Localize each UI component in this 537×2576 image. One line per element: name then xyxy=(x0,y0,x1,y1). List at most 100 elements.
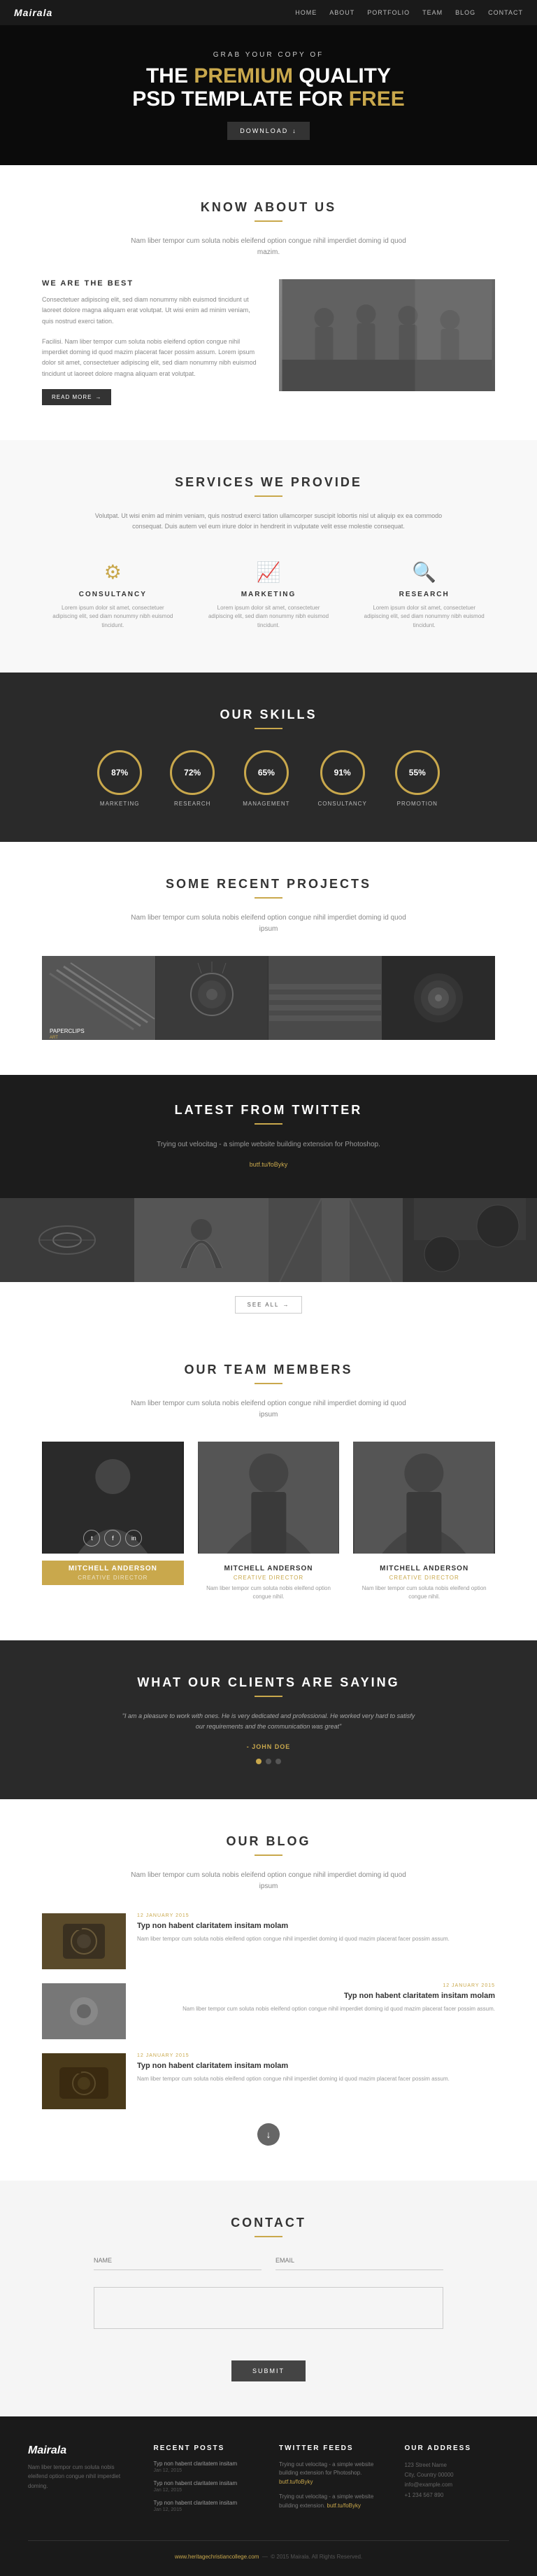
service-consultancy: ⚙ Consultancy Lorem ipsum dolor sit amet… xyxy=(42,554,184,638)
blog-date-2: 12 January 2015 xyxy=(137,2053,495,2058)
services-section: Services We Provide Volutpat. Ut wisi en… xyxy=(0,440,537,673)
testimonial-dot-1[interactable] xyxy=(266,1759,271,1764)
footer-col-posts: Recent Posts Typ non habent claritatem i… xyxy=(154,2444,259,2519)
testimonials-section: What Our Clients Are Saying "I am a plea… xyxy=(0,1640,537,1799)
project-item-3[interactable]: Bokeh xyxy=(382,956,495,1040)
blog-intro: Nam liber tempor cum soluta nobis eleife… xyxy=(129,1870,408,1892)
contact-row-1 xyxy=(94,2251,443,2270)
blog-post-0: 12 January 2015 Typ non habent claritate… xyxy=(42,1913,495,1969)
footer-post-date-1: Jan 12, 2015 xyxy=(154,2488,259,2493)
skill-circle-2: 65% xyxy=(244,750,289,795)
contact-submit-button[interactable]: Submit xyxy=(231,2360,306,2381)
team-name-bar-0: Mitchell Anderson Creative Director xyxy=(42,1561,184,1585)
facebook-icon-0[interactable]: f xyxy=(104,1530,121,1547)
service-name-0: Consultancy xyxy=(49,591,177,598)
team-divider xyxy=(255,1383,282,1384)
nav-home[interactable]: Home xyxy=(295,9,317,16)
meeting-illustration xyxy=(279,279,495,391)
service-text-2: Lorem ipsum dolor sit amet, consectetuer… xyxy=(360,604,488,631)
footer-tweet-link-1[interactable]: butf.tu/foByky xyxy=(327,2503,361,2509)
skills-title: Our Skills xyxy=(42,708,495,722)
about-inner: We Are The Best Consectetuer adipiscing … xyxy=(42,279,495,405)
nav-team[interactable]: Team xyxy=(422,9,443,16)
testimonial-dot-2[interactable] xyxy=(275,1759,281,1764)
footer-copyright: www.heritagechristiancollege.com — © 201… xyxy=(175,2554,362,2560)
project-item-6[interactable] xyxy=(268,1198,403,1282)
projects-section: Some Recent Projects Nam liber tempor cu… xyxy=(0,842,537,1075)
footer-post-title-1: Typ non habent claritatem insitam xyxy=(154,2480,259,2486)
blog-post-1: 12 January 2015 Typ non habent claritate… xyxy=(42,1983,495,2039)
blog-more-button[interactable]: ↓ xyxy=(257,2123,280,2146)
service-research: 🔍 Research Lorem ipsum dolor sit amet, c… xyxy=(353,554,495,638)
footer-post-date-0: Jan 12, 2015 xyxy=(154,2468,259,2473)
download-icon: ↓ xyxy=(292,127,297,134)
blog-post-2: 12 January 2015 Typ non habent claritate… xyxy=(42,2053,495,2109)
service-text-1: Lorem ipsum dolor sit amet, consectetuer… xyxy=(205,604,333,631)
arrow-right-icon: → xyxy=(95,394,101,400)
team-info-1: Mitchell Anderson Creative Director Nam … xyxy=(198,1561,340,1605)
footer-col-brand: Mairala Nam liber tempor cum soluta nobi… xyxy=(28,2444,133,2519)
skill-label-3: Consultancy xyxy=(318,801,367,807)
blog-post-title-2[interactable]: Typ non habent claritatem insitam molam xyxy=(137,2061,495,2071)
footer-tweet-1: Trying out velocitag - a simple website … xyxy=(279,2493,384,2511)
about-divider xyxy=(255,220,282,222)
twitter-tweet: Trying out velocitag - a simple website … xyxy=(42,1139,495,1150)
service-text-0: Lorem ipsum dolor sit amet, consectetuer… xyxy=(49,604,177,631)
contact-message-field xyxy=(94,2281,443,2332)
project-item-4[interactable] xyxy=(0,1198,134,1282)
contact-name-field xyxy=(94,2251,262,2270)
contact-name-input[interactable] xyxy=(94,2251,262,2270)
nav-contact[interactable]: Contact xyxy=(488,9,523,16)
team-member-desc-2: Nam liber tempor cum soluta nobis eleife… xyxy=(353,1584,495,1601)
team-photo-2 xyxy=(353,1442,495,1554)
footer-posts-title: Recent Posts xyxy=(154,2444,259,2452)
nav-about[interactable]: About xyxy=(329,9,355,16)
about-desc1: Consectetuer adipiscing elit, sed diam n… xyxy=(42,295,258,327)
blog-more-wrapper: ↓ xyxy=(42,2123,495,2146)
blog-post-title-1[interactable]: Typ non habent claritatem insitam molam xyxy=(137,1991,495,2001)
testimonial-dot-0[interactable] xyxy=(256,1759,262,1764)
team-member-role-2: Creative Director xyxy=(353,1575,495,1581)
about-readmore-button[interactable]: Read More → xyxy=(42,389,111,405)
team-info-2: Mitchell Anderson Creative Director Nam … xyxy=(353,1561,495,1605)
footer-address-text: 123 Street Name City, Country 00000 info… xyxy=(405,2461,510,2501)
team-member-2: Mitchell Anderson Creative Director Nam … xyxy=(353,1442,495,1605)
about-title: Know About Us xyxy=(42,200,495,215)
footer-post-date-2: Jan 12, 2015 xyxy=(154,2507,259,2512)
service-name-2: Research xyxy=(360,591,488,598)
contact-message-input[interactable] xyxy=(94,2287,443,2329)
blog-thumb-0 xyxy=(42,1913,126,1969)
project-item-0[interactable]: PAPERCLIPS ART Paperclips xyxy=(42,956,155,1040)
nav-blog[interactable]: Blog xyxy=(455,9,475,16)
nav-portfolio[interactable]: Portfolio xyxy=(367,9,410,16)
member-silhouette-1 xyxy=(198,1442,340,1554)
skills-section: Our Skills 87% Marketing 72% Research 65… xyxy=(0,673,537,842)
project-item-2[interactable]: Tracks xyxy=(268,956,382,1040)
projects-title: Some Recent Projects xyxy=(42,877,495,892)
see-all-button[interactable]: See All → xyxy=(235,1296,301,1314)
skill-marketing: 87% Marketing xyxy=(97,750,142,807)
navbar: Mairala Home About Portfolio Team Blog C… xyxy=(0,0,537,25)
testimonial-quote: "I am a pleasure to work with ones. He i… xyxy=(122,1711,415,1733)
about-text: We Are The Best Consectetuer adipiscing … xyxy=(42,279,258,405)
team-member-name-2: Mitchell Anderson xyxy=(353,1565,495,1572)
project-item-1[interactable]: Nature xyxy=(155,956,268,1040)
hero-pretitle: Grab your copy of xyxy=(132,51,404,59)
team-member-role-0: Creative Director xyxy=(48,1575,178,1581)
twitter-link[interactable]: butf.tu/foByky xyxy=(250,1161,288,1168)
project-item-5[interactable] xyxy=(134,1198,268,1282)
project-item-7[interactable] xyxy=(403,1198,537,1282)
footer-copyright-link[interactable]: www.heritagechristiancollege.com xyxy=(175,2554,259,2560)
hero-download-button[interactable]: Download ↓ xyxy=(227,122,310,140)
footer-tweet-link-0[interactable]: butf.tu/foByky xyxy=(279,2479,313,2485)
linkedin-icon-0[interactable]: in xyxy=(125,1530,142,1547)
contact-email-input[interactable] xyxy=(275,2251,443,2270)
blog-thumb-2 xyxy=(42,2053,126,2109)
blog-post-title-0[interactable]: Typ non habent claritatem insitam molam xyxy=(137,1921,495,1931)
services-divider xyxy=(255,495,282,497)
skill-circle-0: 87% xyxy=(97,750,142,795)
projects-grid-bottom-wrapper xyxy=(0,1198,537,1282)
blog-content-0: 12 January 2015 Typ non habent claritate… xyxy=(137,1913,495,1944)
twitter-icon-0[interactable]: t xyxy=(83,1530,100,1547)
footer-bottom: www.heritagechristiancollege.com — © 201… xyxy=(28,2540,509,2562)
